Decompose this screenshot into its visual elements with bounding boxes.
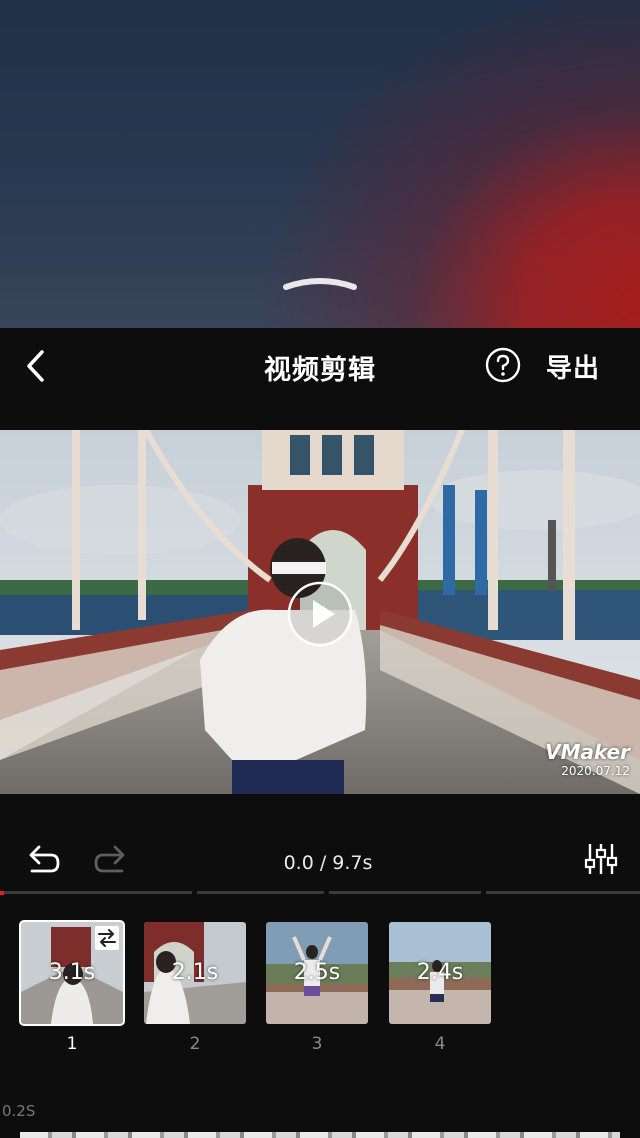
sliders-icon[interactable] xyxy=(582,840,620,878)
undo-icon[interactable] xyxy=(24,842,62,876)
clip-index: 4 xyxy=(434,1034,446,1054)
clip-index: 2 xyxy=(189,1034,201,1054)
video-preview[interactable]: VMaker 2020.07.12 xyxy=(0,430,640,794)
clip-thumbnail[interactable]: 2.4s xyxy=(389,922,491,1024)
header-bar: 视频剪辑 导出 xyxy=(0,328,640,430)
clip-index: 1 xyxy=(66,1034,78,1054)
progress-segment xyxy=(0,891,192,894)
progress-segment xyxy=(329,891,481,894)
page-title: 视频剪辑 xyxy=(264,355,376,386)
clip-duration: 2.5s xyxy=(293,960,341,985)
redo-icon[interactable] xyxy=(92,842,130,876)
play-icon[interactable] xyxy=(286,580,354,648)
clip-duration: 3.1s xyxy=(48,960,96,985)
export-button[interactable]: 导出 xyxy=(546,348,600,385)
clip-thumbnail[interactable]: 3.1s xyxy=(19,920,125,1026)
watermark-logo: VMaker xyxy=(545,740,630,764)
chevron-left-icon[interactable] xyxy=(20,346,54,386)
timeline-filmstrip[interactable] xyxy=(20,1132,620,1138)
timeline-progress[interactable] xyxy=(0,891,640,895)
clip-thumbnail[interactable]: 2.1s xyxy=(144,922,246,1024)
clip-thumbnail[interactable]: 2.5s xyxy=(266,922,368,1024)
drag-handle-icon[interactable] xyxy=(282,276,358,290)
clip-index: 3 xyxy=(311,1034,323,1054)
swap-icon[interactable] xyxy=(95,926,119,950)
question-circle-icon[interactable] xyxy=(484,346,522,384)
progress-segment xyxy=(197,891,324,894)
clip-duration: 2.1s xyxy=(171,960,219,985)
progress-cursor[interactable] xyxy=(0,891,4,895)
watermark: VMaker 2020.07.12 xyxy=(545,740,630,778)
playback-controls: 0.0 / 9.7s xyxy=(0,830,640,890)
watermark-date: 2020.07.12 xyxy=(561,764,630,778)
progress-segment xyxy=(486,891,640,894)
clip-strip: 3.1s 1 2.1s 2 2.5s 3 2.4s 4 xyxy=(0,920,640,1062)
clip-duration: 2.4s xyxy=(416,960,464,985)
transition-duration-label: 0.2S xyxy=(2,1102,36,1120)
